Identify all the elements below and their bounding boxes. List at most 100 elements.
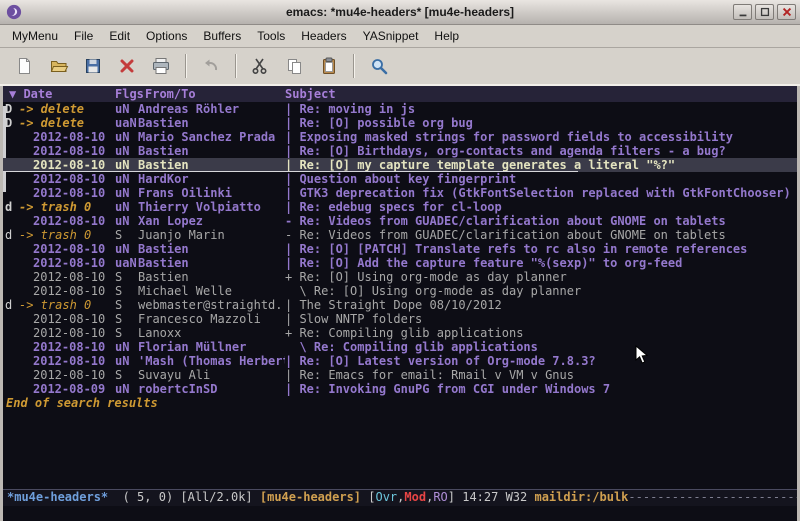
modeline-segment-orange: maildir:/bulk <box>534 490 628 504</box>
mark-cell <box>5 242 19 256</box>
header-line: ▼ Date Flgs From/To Subject <box>3 86 797 102</box>
flags-cell: uN <box>115 144 138 158</box>
echo-area[interactable] <box>3 506 797 521</box>
modeline-segment-red: Mod <box>404 490 426 504</box>
message-row[interactable]: 2012-08-10uNBastien| Re: [O] Birthdays, … <box>3 144 797 158</box>
message-row[interactable]: 2012-08-09uNrobertcInSD| Re: Invoking Gn… <box>3 382 797 396</box>
message-row[interactable]: 2012-08-10uNBastien| Re: [O] [PATCH] Tra… <box>3 242 797 256</box>
date-cell: 2012-08-10 <box>19 256 115 270</box>
date-cell: -> trash 0 <box>19 200 115 214</box>
column-date[interactable]: ▼ Date <box>9 87 52 101</box>
column-flags[interactable]: Flgs <box>115 87 144 101</box>
modeline-segment-plain: ( 5, 0) [All/2.0k] <box>108 490 260 504</box>
mark-cell <box>5 144 19 158</box>
message-row[interactable]: 2012-08-10uN'Mash (Thomas Herbert)| Re: … <box>3 354 797 368</box>
column-subject[interactable]: Subject <box>285 87 336 101</box>
mark-cell <box>5 256 19 270</box>
message-row[interactable]: 2012-08-10uaNBastien| Re: [O] Add the ca… <box>3 256 797 270</box>
message-row[interactable]: d-> trash 0SJuanjo Marin- Re: Videos fro… <box>3 228 797 242</box>
save-icon <box>83 56 103 76</box>
save-button[interactable] <box>78 51 108 81</box>
flags-cell: uN <box>115 214 138 228</box>
menu-item-edit[interactable]: Edit <box>101 26 138 46</box>
flags-cell: uN <box>115 382 138 396</box>
message-row[interactable]: 2012-08-10uNBastien| Re: [O] my capture … <box>3 158 797 172</box>
subject-cell: | Re: Emacs for email: Rmail v VM v Gnus <box>285 368 797 382</box>
paste-button[interactable] <box>314 51 344 81</box>
mark-cell <box>5 354 19 368</box>
search-button[interactable] <box>364 51 394 81</box>
modeline-segment-orange: [mu4e-headers] <box>260 490 361 504</box>
search-icon <box>369 56 389 76</box>
menu-item-options[interactable]: Options <box>138 26 195 46</box>
undo-button[interactable] <box>196 51 226 81</box>
subject-cell: | Re: [O] Birthdays, org-contacts and ag… <box>285 144 797 158</box>
date-cell: 2012-08-10 <box>19 368 115 382</box>
date-cell: 2012-08-10 <box>19 172 115 186</box>
message-row[interactable]: 2012-08-10uNHardKor| Question about key … <box>3 172 797 186</box>
message-row[interactable]: D-> deleteuNAndreas Röhler| Re: moving i… <box>3 102 797 116</box>
message-row[interactable]: d-> trash 0Swebmaster@straightd...| The … <box>3 298 797 312</box>
from-cell: Frans Oilinki <box>138 186 285 200</box>
flags-cell: uaN <box>115 116 138 130</box>
date-cell: 2012-08-10 <box>19 242 115 256</box>
menu-item-headers[interactable]: Headers <box>293 26 354 46</box>
mark-cell: D <box>5 102 19 116</box>
message-list: D-> deleteuNAndreas Röhler| Re: moving i… <box>3 102 797 396</box>
new-file-button[interactable] <box>10 51 40 81</box>
subject-cell: | Re: moving in js <box>285 102 797 116</box>
message-row[interactable]: 2012-08-10SSuvayu Ali| Re: Emacs for ema… <box>3 368 797 382</box>
minimize-button[interactable] <box>733 4 752 20</box>
from-cell: HardKor <box>138 172 285 186</box>
flags-cell: uN <box>115 102 138 116</box>
flags-cell: uN <box>115 172 138 186</box>
copy-button[interactable] <box>280 51 310 81</box>
menu-bar: MyMenuFileEditOptionsBuffersToolsHeaders… <box>0 25 800 48</box>
message-row[interactable]: 2012-08-10SFrancesco Mazzoli| Slow NNTP … <box>3 312 797 326</box>
from-cell: Juanjo Marin <box>138 228 285 242</box>
print-button[interactable] <box>146 51 176 81</box>
open-file-button[interactable] <box>44 51 74 81</box>
message-row[interactable]: 2012-08-10SLanoxx+ Re: Compiling glib ap… <box>3 326 797 340</box>
subject-cell: - Re: Videos from GUADEC/clarification a… <box>285 214 797 228</box>
menu-item-mymenu[interactable]: MyMenu <box>4 26 66 46</box>
message-row[interactable]: 2012-08-10SMichael Welle \ Re: [O] Using… <box>3 284 797 298</box>
mark-cell <box>5 158 19 172</box>
from-cell: robertcInSD <box>138 382 285 396</box>
title-bar[interactable]: emacs: *mu4e-headers* [mu4e-headers] <box>0 0 800 25</box>
subject-cell: \ Re: [O] Using org-mode as day planner <box>285 284 797 298</box>
menu-item-buffers[interactable]: Buffers <box>195 26 249 46</box>
message-row[interactable]: D-> deleteuaNBastien| Re: [O] possible o… <box>3 116 797 130</box>
subject-cell: | Re: [O] Add the capture feature "%(sex… <box>285 256 797 270</box>
date-cell: 2012-08-10 <box>19 270 115 284</box>
message-row[interactable]: 2012-08-10uNFlorian Müllner \ Re: Compil… <box>3 340 797 354</box>
menu-item-help[interactable]: Help <box>426 26 467 46</box>
from-cell: Bastien <box>138 144 285 158</box>
message-row[interactable]: d-> trash 0uNThierry Volpiatto| Re: edeb… <box>3 200 797 214</box>
kill-buffer-button[interactable] <box>112 51 142 81</box>
message-row[interactable]: 2012-08-10SBastien+ Re: [O] Using org-mo… <box>3 270 797 284</box>
flags-cell: uN <box>115 340 138 354</box>
menu-item-file[interactable]: File <box>66 26 101 46</box>
menu-item-yasnippet[interactable]: YASnippet <box>355 26 427 46</box>
column-from[interactable]: From/To <box>145 87 196 101</box>
message-row[interactable]: 2012-08-10uNXan Lopez- Re: Videos from G… <box>3 214 797 228</box>
mode-line[interactable]: *mu4e-headers* ( 5, 0) [All/2.0k] [mu4e-… <box>3 489 797 506</box>
undo-icon <box>201 56 221 76</box>
mu4e-headers-buffer[interactable]: ▼ Date Flgs From/To Subject D-> deleteuN… <box>3 86 797 489</box>
flags-cell: uN <box>115 354 138 368</box>
close-button[interactable] <box>777 4 796 20</box>
maximize-button[interactable] <box>755 4 774 20</box>
close-icon <box>781 6 793 18</box>
subject-cell: | Exposing masked strings for password f… <box>285 130 797 144</box>
from-cell: Bastien <box>138 256 285 270</box>
message-row[interactable]: 2012-08-10uNMario Sanchez Prada| Exposin… <box>3 130 797 144</box>
message-row[interactable]: 2012-08-10uNFrans Oilinki| GTK3 deprecat… <box>3 186 797 200</box>
menu-item-tools[interactable]: Tools <box>249 26 293 46</box>
maximize-icon <box>759 6 771 18</box>
subject-cell: | Slow NNTP folders <box>285 312 797 326</box>
from-cell: Mario Sanchez Prada <box>138 130 285 144</box>
date-cell: 2012-08-10 <box>19 130 115 144</box>
mark-cell <box>5 312 19 326</box>
cut-button[interactable] <box>246 51 276 81</box>
